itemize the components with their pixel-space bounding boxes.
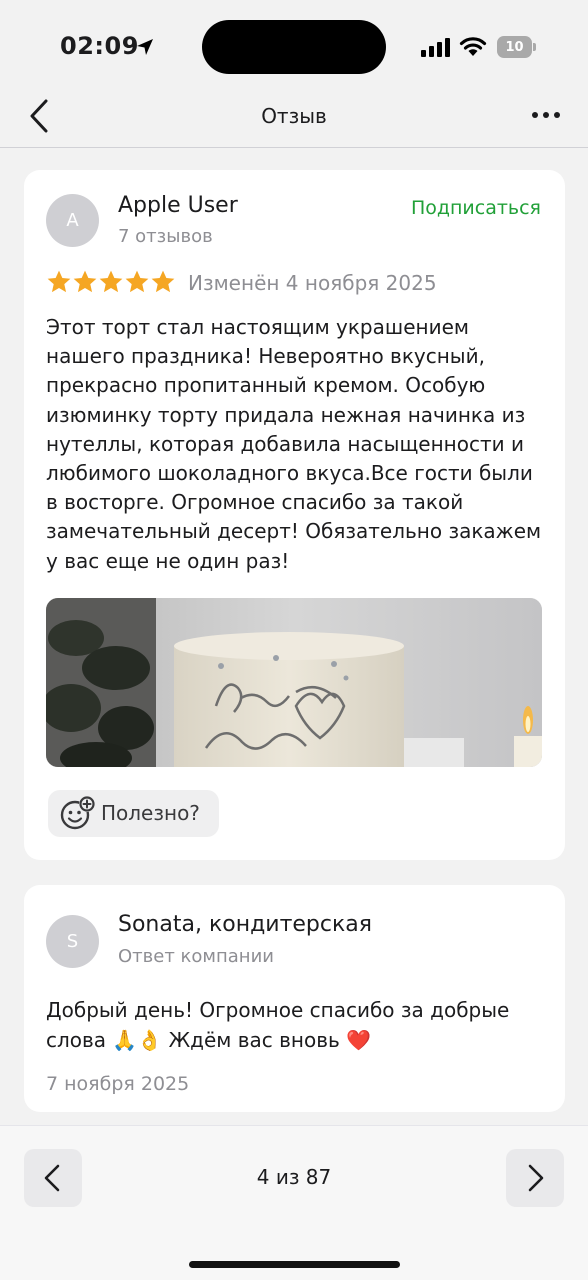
- page-title: Отзыв: [261, 104, 327, 128]
- star-icon: [99, 270, 123, 293]
- reply-date: 7 ноября 2025: [46, 1073, 190, 1095]
- more-options-icon[interactable]: [528, 102, 564, 128]
- home-indicator[interactable]: [189, 1261, 400, 1268]
- cake-photo-image: [46, 598, 542, 767]
- review-card: A Apple User 7 отзывов Подписаться Измен…: [24, 170, 565, 860]
- review-text: Этот торт стал настоящим украшением наше…: [46, 315, 542, 573]
- review-edited-date: Изменён 4 ноября 2025: [188, 271, 437, 295]
- reply-card: S Sonata, кондитерская Ответ компании До…: [24, 885, 565, 1112]
- dynamic-island: [202, 20, 386, 74]
- status-bar: 02:09 10: [0, 0, 588, 92]
- reply-role: Ответ компании: [118, 946, 274, 967]
- helpful-button[interactable]: Полезно?: [48, 790, 219, 837]
- subscribe-button[interactable]: Подписаться: [411, 197, 541, 219]
- star-icon: [125, 270, 149, 293]
- next-review-button[interactable]: [506, 1149, 564, 1207]
- smiley-add-icon: [60, 796, 95, 830]
- star-icon: [47, 270, 71, 293]
- review-author-count: 7 отзывов: [118, 226, 213, 247]
- battery-indicator: 10: [497, 36, 537, 58]
- avatar[interactable]: S: [46, 915, 99, 968]
- review-author-name[interactable]: Apple User: [118, 193, 238, 218]
- wifi-icon: [459, 37, 487, 56]
- review-pager: 4 из 87: [0, 1125, 588, 1280]
- location-arrow-icon: [137, 39, 153, 55]
- star-icon: [151, 270, 175, 293]
- star-icon: [73, 270, 97, 293]
- helpful-label: Полезно?: [101, 801, 200, 825]
- rating-stars: [46, 269, 176, 297]
- chevron-right-icon: [528, 1164, 544, 1192]
- avatar[interactable]: A: [46, 194, 99, 247]
- status-time: 02:09: [60, 32, 139, 60]
- cellular-signal-icon: [421, 38, 450, 57]
- review-photo[interactable]: [46, 598, 542, 767]
- battery-level: 10: [505, 40, 524, 55]
- nav-header: Отзыв: [0, 92, 588, 148]
- reply-text: Добрый день! Огромное спасибо за добрые …: [46, 998, 510, 1052]
- pager-label: 4 из 87: [256, 1165, 332, 1189]
- reply-author-name[interactable]: Sonata, кондитерская: [118, 912, 372, 937]
